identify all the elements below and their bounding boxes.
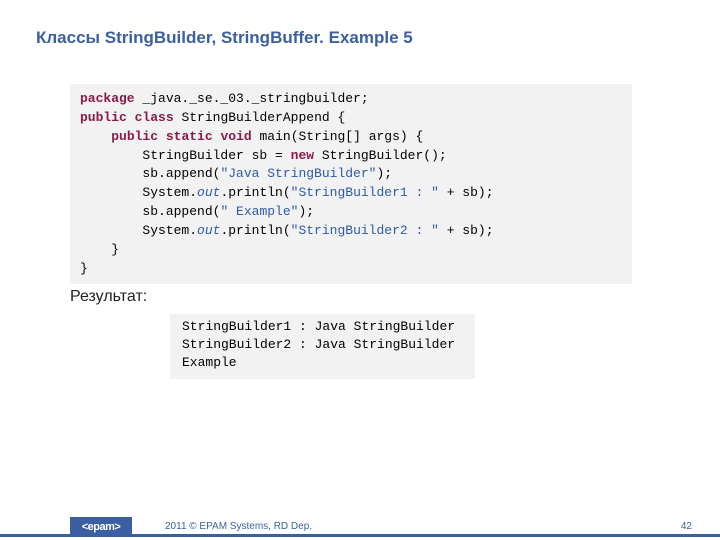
code-text: _java._se._03._stringbuilder;: [135, 91, 369, 106]
code-text: System.: [80, 185, 197, 200]
code-text: sb.append(: [80, 204, 220, 219]
field-out: out: [197, 223, 220, 238]
kw-static: static: [166, 129, 213, 144]
string-literal: " Example": [220, 204, 298, 219]
string-literal: "Java StringBuilder": [220, 166, 376, 181]
field-out: out: [197, 185, 220, 200]
string-literal: "StringBuilder2 : ": [291, 223, 439, 238]
code-text: main(String[] args) {: [252, 129, 424, 144]
code-text: );: [298, 204, 314, 219]
code-text: }: [80, 242, 119, 257]
code-text: + sb);: [439, 223, 494, 238]
kw-void: void: [220, 129, 251, 144]
kw-class: class: [135, 110, 174, 125]
code-text: );: [376, 166, 392, 181]
code-text: .println(: [220, 223, 290, 238]
result-label: Результат:: [70, 288, 147, 306]
kw-package: package: [80, 91, 135, 106]
code-text: StringBuilder sb =: [80, 148, 291, 163]
footer: <epam> 2011 © EPAM Systems, RD Dep. 42: [0, 514, 720, 540]
output-block: StringBuilder1 : Java StringBuilder Stri…: [170, 314, 475, 379]
kw-new: new: [291, 148, 314, 163]
code-text: StringBuilderAppend {: [174, 110, 346, 125]
code-text: System.: [80, 223, 197, 238]
kw-public: public: [80, 110, 127, 125]
footer-copyright: 2011 © EPAM Systems, RD Dep.: [165, 521, 312, 532]
code-text: }: [80, 261, 88, 276]
code-text: + sb);: [439, 185, 494, 200]
slide-title: Классы StringBuilder, StringBuffer. Exam…: [36, 28, 413, 48]
code-text: .println(: [220, 185, 290, 200]
string-literal: "StringBuilder1 : ": [291, 185, 439, 200]
kw-public: public: [111, 129, 158, 144]
epam-logo: <epam>: [70, 517, 132, 537]
code-block: package _java._se._03._stringbuilder; pu…: [70, 84, 632, 284]
code-text: StringBuilder();: [314, 148, 447, 163]
page-number: 42: [681, 521, 692, 532]
code-text: sb.append(: [80, 166, 220, 181]
